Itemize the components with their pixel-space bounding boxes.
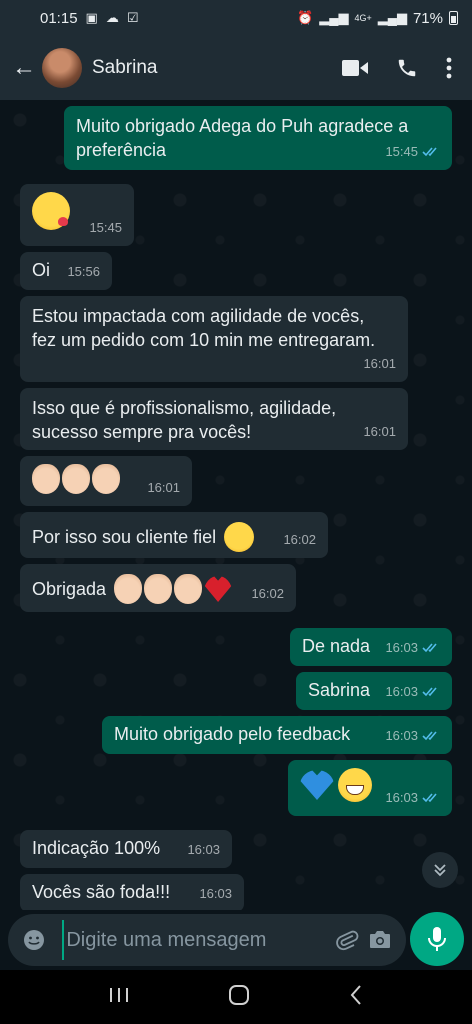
message-outgoing[interactable]: Sabrina 16:03: [296, 672, 452, 710]
read-ticks-icon: [422, 731, 437, 741]
video-call-icon[interactable]: [342, 59, 368, 77]
read-ticks-icon: [422, 793, 437, 803]
message-outgoing[interactable]: De nada 16:03: [290, 628, 452, 666]
message-text: Estou impactada com agilidade de vocês, …: [32, 306, 376, 350]
message-incoming[interactable]: Por isso sou cliente fiel 16:02: [20, 512, 328, 558]
clapping-hands-emoji-icon: [92, 464, 120, 494]
message-incoming[interactable]: 16:01: [20, 456, 192, 506]
composer: [0, 910, 472, 970]
message-incoming[interactable]: Isso que é profissionalismo, agilidade, …: [20, 388, 408, 450]
home-icon[interactable]: [227, 983, 251, 1012]
scroll-to-bottom-button[interactable]: [422, 852, 458, 888]
avatar[interactable]: [42, 48, 82, 88]
voice-call-icon[interactable]: [396, 57, 418, 79]
contact-name[interactable]: Sabrina: [92, 57, 158, 79]
read-ticks-icon: [422, 643, 437, 653]
back-arrow-icon[interactable]: ←: [12, 54, 38, 82]
message-meta: 15:45: [385, 140, 440, 164]
message-time: 16:01: [363, 424, 396, 439]
message-time: 15:45: [385, 144, 418, 159]
message-time: 16:02: [283, 532, 316, 547]
signal-icon: ▂▄▆: [319, 10, 349, 25]
message-outgoing[interactable]: 16:03: [288, 760, 452, 816]
clapping-hands-emoji-icon: [174, 574, 203, 604]
message-time: 16:03: [187, 842, 220, 857]
message-time: 16:01: [363, 356, 396, 371]
message-meta: 16:03: [385, 680, 440, 704]
recent-apps-icon[interactable]: [108, 986, 130, 1009]
blue-heart-emoji-icon: [300, 770, 334, 800]
message-time: 15:56: [67, 264, 100, 279]
clock: 01:15: [40, 9, 78, 27]
clapping-hands-emoji-icon: [114, 574, 143, 604]
smiling-face-emoji-icon: [224, 522, 255, 552]
message-outgoing[interactable]: Muito obrigado Adega do Puh agradece a p…: [64, 106, 452, 170]
message-outgoing[interactable]: Muito obrigado pelo feedback 16:03: [102, 716, 452, 754]
message-time: 16:03: [385, 640, 418, 655]
status-bar: 01:15 ▣ ☁ ☑ ⏰ ▂▄▆ 4G+ ▂▄▆ 71%: [0, 0, 472, 36]
attach-icon[interactable]: [331, 928, 363, 952]
message-incoming[interactable]: Oi 15:56: [20, 252, 112, 290]
message-time: 16:03: [385, 728, 418, 743]
system-navigation-bar: [0, 970, 472, 1024]
microphone-button[interactable]: [410, 912, 464, 966]
read-ticks-icon: [422, 147, 437, 157]
alarm-icon: ⏰: [297, 10, 314, 25]
message-incoming[interactable]: Estou impactada com agilidade de vocês, …: [20, 296, 408, 382]
message-text: Por isso sou cliente fiel: [32, 527, 217, 547]
chat-header: ← Sabrina: [0, 36, 472, 100]
red-heart-emoji-icon: [204, 576, 233, 602]
message-time: 16:03: [385, 684, 418, 699]
message-incoming[interactable]: Indicação 100% 16:03: [20, 830, 232, 868]
double-chevron-down-icon: [434, 864, 446, 877]
clapping-hands-emoji-icon: [32, 464, 60, 494]
battery-icon: [449, 11, 458, 25]
grinning-face-emoji-icon: [338, 768, 372, 802]
message-time: 16:01: [147, 480, 180, 495]
message-meta: 16:03: [385, 636, 440, 660]
more-options-icon[interactable]: [446, 57, 452, 79]
message-meta: 16:03: [385, 786, 440, 810]
message-input-pill: [8, 914, 406, 966]
network-type: 4G+: [354, 13, 372, 23]
message-time: 16:03: [385, 790, 418, 805]
microphone-icon: [428, 927, 446, 951]
back-icon[interactable]: [348, 984, 364, 1011]
message-text: Obrigada: [32, 579, 107, 599]
clapping-hands-emoji-icon: [144, 574, 173, 604]
message-incoming[interactable]: Vocês são foda!!! 16:03: [20, 874, 244, 910]
emoji-icon[interactable]: [18, 928, 50, 952]
kissing-face-emoji-icon: [32, 192, 70, 230]
message-incoming[interactable]: Obrigada 16:02: [20, 564, 296, 612]
message-time: 15:45: [89, 220, 122, 235]
clapping-hands-emoji-icon: [62, 464, 90, 494]
read-ticks-icon: [422, 687, 437, 697]
battery-level: 71%: [412, 9, 443, 27]
message-time: 16:03: [199, 886, 232, 901]
cloud-icon: ☁: [105, 10, 119, 25]
message-time: 16:02: [251, 586, 284, 601]
chat-area[interactable]: Muito obrigado Adega do Puh agradece a p…: [0, 100, 472, 910]
download-icon: ☑: [126, 10, 139, 25]
camera-icon[interactable]: [364, 929, 396, 951]
message-text: Isso que é profissionalismo, agilidade, …: [32, 398, 342, 442]
message-incoming[interactable]: 15:45: [20, 184, 134, 246]
signal-icon-2: ▂▄▆: [377, 10, 407, 25]
message-meta: 16:03: [385, 724, 440, 748]
message-input[interactable]: [62, 920, 332, 960]
notification-icon: ▣: [85, 10, 98, 25]
